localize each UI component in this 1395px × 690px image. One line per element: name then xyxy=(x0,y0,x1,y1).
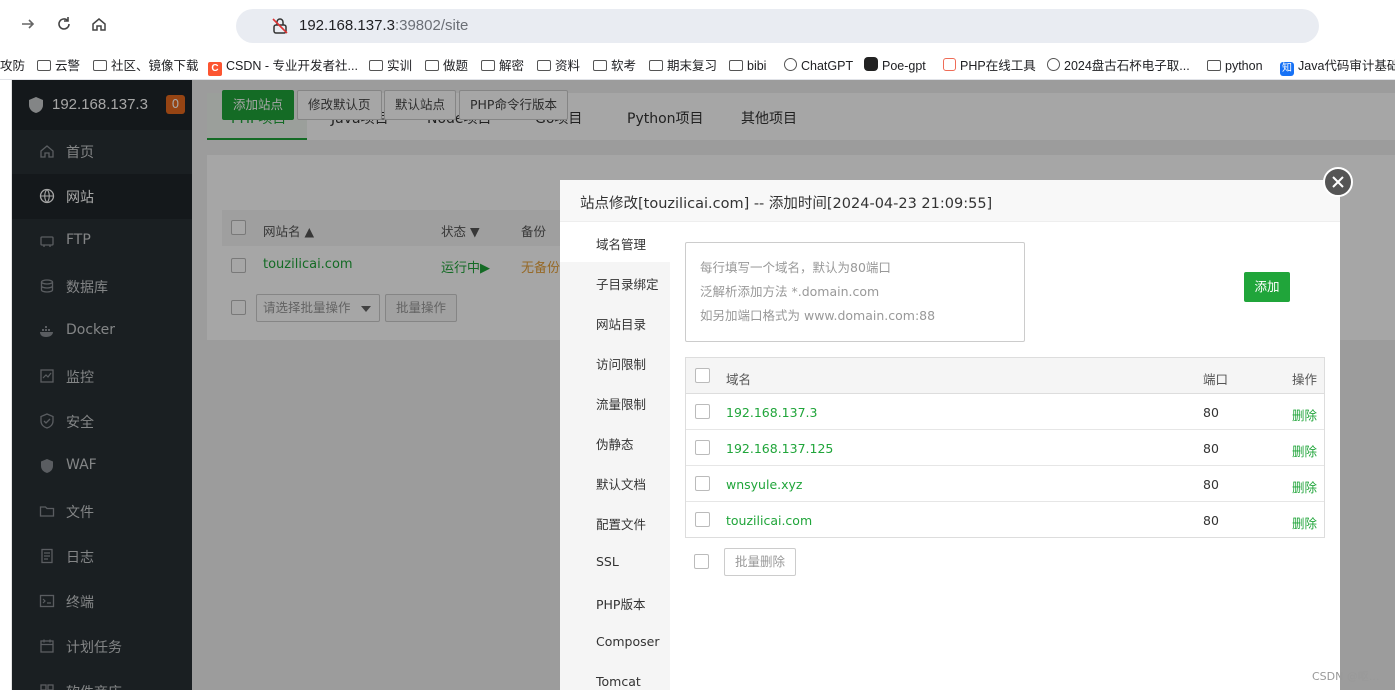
modal-title: 站点修改[touzilicai.com] -- 添加时间[2024-04-23 … xyxy=(580,196,993,212)
url-text: 192.168.137.3:39802/site xyxy=(299,17,469,34)
bookmark-item[interactable]: Poe-gpt xyxy=(864,56,926,76)
php-icon xyxy=(943,58,956,71)
delete-link[interactable]: 删除 xyxy=(1292,405,1317,424)
bookmark-item[interactable]: 云警 xyxy=(37,56,80,76)
nav-domain-management[interactable]: 域名管理 xyxy=(560,222,670,262)
nav-traffic-limit[interactable]: 流量限制 xyxy=(560,382,670,422)
bookmark-item[interactable]: python xyxy=(1207,56,1263,76)
bookmark-item[interactable]: 攻防 xyxy=(0,56,25,76)
folder-icon xyxy=(93,60,107,71)
chatgpt-icon xyxy=(784,58,797,71)
batch-delete-checkbox[interactable] xyxy=(694,554,709,569)
bookmark-item[interactable]: C CSDN - 专业开发者社... xyxy=(208,56,358,76)
bookmark-item[interactable]: 解密 xyxy=(481,56,524,76)
row-checkbox[interactable] xyxy=(695,404,710,419)
column-action: 操作 xyxy=(1292,372,1318,387)
close-icon[interactable] xyxy=(1323,167,1353,197)
bookmark-item[interactable]: 知 Java代码审计基础 xyxy=(1280,56,1395,76)
table-row: 192.168.137.3 80 删除 xyxy=(686,394,1324,430)
folder-icon xyxy=(1207,60,1221,71)
domain-port: 80 xyxy=(1203,405,1219,420)
nav-php-version[interactable]: PHP版本 xyxy=(560,582,670,622)
table-row: wnsyule.xyz 80 删除 xyxy=(686,466,1324,502)
domain-port: 80 xyxy=(1203,477,1219,492)
nav-subdirectory-binding[interactable]: 子目录绑定 xyxy=(560,262,670,302)
folder-icon xyxy=(481,60,495,71)
csdn-icon: C xyxy=(208,62,222,76)
folder-icon xyxy=(649,60,663,71)
bookmark-item[interactable]: ChatGPT xyxy=(784,56,853,76)
table-row: touzilicai.com 80 删除 xyxy=(686,502,1324,538)
row-checkbox[interactable] xyxy=(695,476,710,491)
table-row: 192.168.137.125 80 删除 xyxy=(686,430,1324,466)
domain-link[interactable]: touzilicai.com xyxy=(726,513,812,528)
modal-header: 站点修改[touzilicai.com] -- 添加时间[2024-04-23 … xyxy=(560,180,1340,222)
bookmark-item[interactable]: 社区、镜像下载 xyxy=(93,56,199,76)
nav-tomcat[interactable]: Tomcat xyxy=(560,662,670,690)
bookmark-item[interactable]: 实训 xyxy=(369,56,412,76)
domain-link[interactable]: 192.168.137.3 xyxy=(726,405,817,420)
row-checkbox[interactable] xyxy=(695,440,710,455)
placeholder-line: 如另加端口格式为 www.domain.com:88 xyxy=(700,308,936,323)
folder-icon xyxy=(537,60,551,71)
globe-icon xyxy=(1047,58,1060,71)
bookmark-item[interactable]: 2024盘古石杯电子取... xyxy=(1047,56,1190,76)
domain-link[interactable]: wnsyule.xyz xyxy=(726,477,802,492)
bookmark-item[interactable]: 资料 xyxy=(537,56,580,76)
reload-icon[interactable] xyxy=(51,14,77,40)
folder-icon xyxy=(425,60,439,71)
modal-nav: 域名管理 子目录绑定 网站目录 访问限制 流量限制 伪静态 默认文档 配置文件 … xyxy=(560,222,670,690)
delete-link[interactable]: 删除 xyxy=(1292,441,1317,460)
domain-port: 80 xyxy=(1203,441,1219,456)
row-checkbox[interactable] xyxy=(695,512,710,527)
select-all-domains-checkbox[interactable] xyxy=(695,368,710,383)
delete-link[interactable]: 删除 xyxy=(1292,477,1317,496)
nav-default-document[interactable]: 默认文档 xyxy=(560,462,670,502)
nav-access-restriction[interactable]: 访问限制 xyxy=(560,342,670,382)
add-domain-button[interactable]: 添加 xyxy=(1244,272,1290,302)
bookmarks-bar: 攻防 云警 社区、镜像下载 C CSDN - 专业开发者社... 实训 做题 解密… xyxy=(0,52,1395,80)
bookmark-item[interactable]: 做题 xyxy=(425,56,468,76)
nav-config-file[interactable]: 配置文件 xyxy=(560,502,670,542)
bookmark-item[interactable]: PHP在线工具 xyxy=(943,56,1036,76)
insecure-lock-icon[interactable] xyxy=(270,16,290,36)
poe-icon xyxy=(864,57,878,71)
batch-delete-button[interactable]: 批量删除 xyxy=(724,548,797,576)
folder-icon xyxy=(37,60,51,71)
nav-site-directory[interactable]: 网站目录 xyxy=(560,302,670,342)
browser-toolbar: 192.168.137.3:39802/site xyxy=(0,0,1395,52)
delete-link[interactable]: 删除 xyxy=(1292,513,1317,532)
column-port: 端口 xyxy=(1203,372,1229,387)
domain-link[interactable]: 192.168.137.125 xyxy=(726,441,833,456)
forward-arrow-icon[interactable] xyxy=(15,14,41,40)
folder-icon xyxy=(369,60,383,71)
folder-icon xyxy=(593,60,607,71)
domain-table-header: 域名 端口 操作 xyxy=(686,358,1324,394)
domain-table: 域名 端口 操作 192.168.137.3 80 删除 192.168.137… xyxy=(685,357,1325,538)
bookmark-item[interactable]: bibi xyxy=(729,56,766,76)
placeholder-line: 泛解析添加方法 *.domain.com xyxy=(700,284,880,299)
side-panel-edge xyxy=(0,80,12,690)
folder-icon xyxy=(729,60,743,71)
watermark: CSDN @呕... xyxy=(1312,670,1380,683)
bookmark-item[interactable]: 软考 xyxy=(593,56,636,76)
zhihu-icon: 知 xyxy=(1280,62,1294,76)
domain-port: 80 xyxy=(1203,513,1219,528)
nav-composer[interactable]: Composer xyxy=(560,622,670,662)
home-icon[interactable] xyxy=(86,14,112,40)
column-domain: 域名 xyxy=(726,372,752,387)
bookmark-item[interactable]: 期末复习 xyxy=(649,56,717,76)
nav-ssl[interactable]: SSL xyxy=(560,542,670,582)
placeholder-line: 每行填写一个域名，默认为80端口 xyxy=(700,260,891,275)
nav-rewrite[interactable]: 伪静态 xyxy=(560,422,670,462)
